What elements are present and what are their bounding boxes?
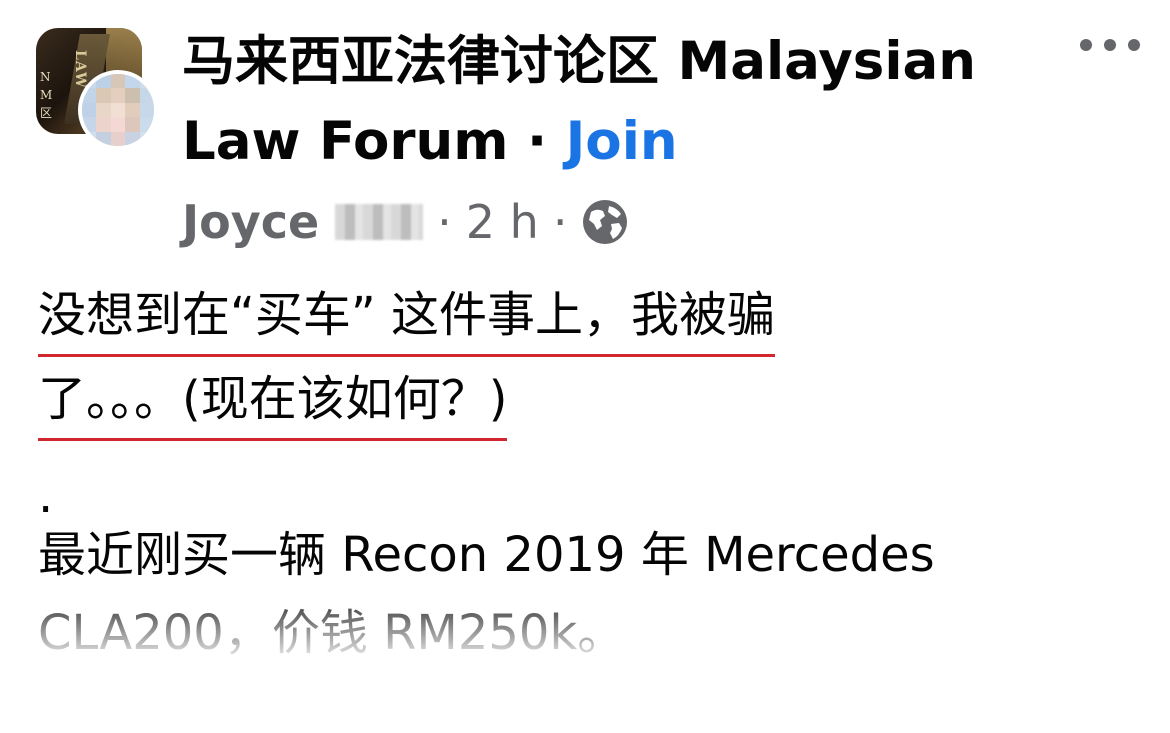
post-text-line: 最近刚买一辆 Recon 2019 年 Mercedes bbox=[38, 527, 935, 583]
avatar-decoration: LAW bbox=[72, 50, 88, 89]
author-avatar[interactable] bbox=[78, 70, 158, 150]
post-text-line: CLA200，价钱 RM250k。 bbox=[38, 605, 626, 661]
post-title-line: 了。。。(现在该如何？) bbox=[38, 364, 508, 441]
globe-icon[interactable] bbox=[581, 198, 629, 246]
group-header: 马来西亚法律讨论区 Malaysian Law Forum · Join bbox=[182, 22, 1062, 182]
more-options-button[interactable] bbox=[1080, 32, 1140, 58]
join-button[interactable]: Join bbox=[566, 111, 678, 172]
meta-separator: · bbox=[437, 195, 452, 249]
more-options-icon bbox=[1080, 39, 1140, 51]
post-card: NM区 LAW 马来西亚法律讨论区 Malaysian Law Forum · … bbox=[0, 0, 1170, 733]
header-separator: · bbox=[526, 111, 548, 172]
post-dot-line: . bbox=[38, 468, 54, 524]
author-name[interactable]: Joyce bbox=[182, 192, 319, 252]
post-timestamp[interactable]: 2 h bbox=[466, 192, 539, 252]
post-title-line: 没想到在“买车” 这件事上，我被骗 bbox=[38, 280, 775, 357]
meta-separator: · bbox=[552, 195, 568, 249]
redacted-surname bbox=[335, 204, 424, 240]
post-meta: Joyce · 2 h · bbox=[182, 192, 629, 252]
avatar-decoration: NM区 bbox=[40, 70, 53, 120]
